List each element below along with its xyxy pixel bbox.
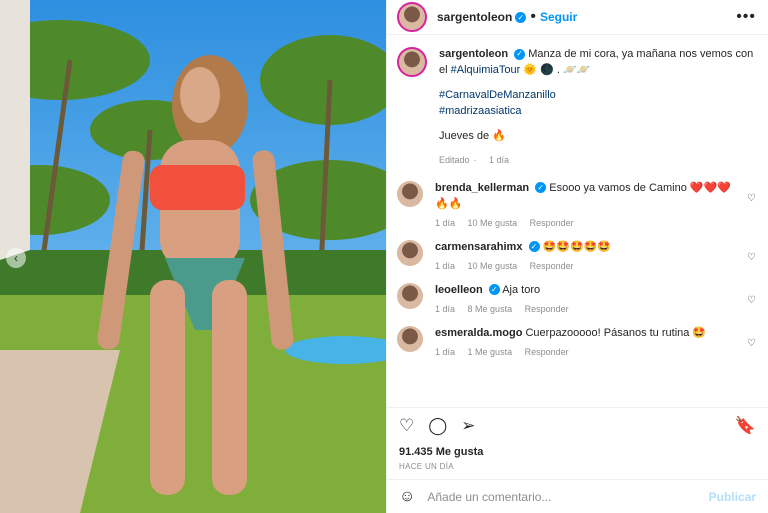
- verified-badge-icon: ✓: [514, 48, 526, 60]
- share-send-icon[interactable]: ➢: [461, 416, 475, 436]
- more-options-icon[interactable]: •••: [736, 8, 756, 26]
- like-comment-heart-icon[interactable]: ♡: [747, 252, 756, 263]
- post-actions: ♡ ◯ ➢ 🔖 91.435 Me gusta HACE UN DÍA: [387, 407, 768, 479]
- comment-likes[interactable]: 8 Me gusta: [468, 304, 513, 314]
- comment-username[interactable]: brenda_kellerman: [435, 182, 529, 194]
- comment-time[interactable]: 1 día: [435, 218, 455, 228]
- verified-badge-icon: ✓: [535, 182, 547, 194]
- save-bookmark-icon[interactable]: 🔖: [735, 416, 756, 436]
- comment-username[interactable]: carmensarahimx: [435, 241, 522, 253]
- post-photo[interactable]: ‹: [0, 0, 386, 513]
- caption-meta: Editado · 1 día: [439, 154, 510, 165]
- emoji-smile-icon[interactable]: ☺: [399, 488, 415, 506]
- reply-button[interactable]: Responder: [525, 304, 569, 314]
- commenter-avatar[interactable]: [397, 180, 423, 207]
- verified-badge-icon: ✓: [488, 284, 500, 296]
- like-comment-heart-icon[interactable]: ♡: [747, 295, 756, 306]
- comment-item: esmeralda.mogo Cuerpazooooo! Pásanos tu …: [397, 325, 756, 359]
- carousel-prev-button[interactable]: ‹: [6, 248, 26, 268]
- comment-input[interactable]: Añade un comentario...: [427, 490, 551, 504]
- author-username[interactable]: sargentoleon: [437, 10, 512, 24]
- publish-button[interactable]: Publicar: [709, 490, 756, 504]
- comments-list[interactable]: sargentoleon ✓ Manza de mi cora, ya maña…: [387, 35, 768, 407]
- commenter-avatar[interactable]: [397, 325, 423, 352]
- comment-item: leoelleon ✓ Aja toro 1 día 8 Me gusta Re…: [397, 282, 756, 316]
- caption-author-avatar[interactable]: [397, 47, 427, 77]
- hashtag-alquimiatour[interactable]: #AlquimiaTour: [451, 64, 521, 76]
- comment-text: 🤩🤩🤩🤩🤩: [542, 240, 612, 253]
- comment-time[interactable]: 1 día: [435, 347, 455, 357]
- follow-button[interactable]: Seguir: [540, 10, 577, 24]
- comment-text: Cuerpazooooo! Pásanos tu rutina 🤩: [525, 326, 707, 339]
- post-details-panel: sargentoleon ✓ • Seguir ••• sargentoleon…: [386, 0, 768, 513]
- hashtag-carnaval[interactable]: #CarnavalDeManzanillo: [439, 89, 556, 101]
- hashtag-madriza[interactable]: #madrizaasiatica: [439, 105, 522, 117]
- reply-button[interactable]: Responder: [525, 347, 569, 357]
- comment-item: brenda_kellerman ✓ Esooo ya vamos de Cam…: [397, 180, 756, 230]
- separator-dot: •: [530, 8, 536, 25]
- caption-jueves: Jueves de 🔥: [439, 129, 506, 142]
- beach-photo-image: [0, 0, 386, 513]
- author-avatar[interactable]: [397, 2, 427, 32]
- like-comment-heart-icon[interactable]: ♡: [747, 338, 756, 349]
- like-heart-icon[interactable]: ♡: [399, 416, 414, 436]
- like-comment-heart-icon[interactable]: ♡: [747, 193, 756, 204]
- edited-label: Editado: [439, 154, 470, 165]
- post-caption: sargentoleon ✓ Manza de mi cora, ya maña…: [397, 47, 756, 167]
- reply-button[interactable]: Responder: [530, 218, 574, 228]
- comment-item: carmensarahimx ✓ 🤩🤩🤩🤩🤩 1 día 10 Me gusta…: [397, 239, 756, 273]
- post-header: sargentoleon ✓ • Seguir •••: [387, 0, 768, 35]
- commenter-avatar[interactable]: [397, 239, 423, 266]
- add-comment-bar: ☺ Añade un comentario... Publicar: [387, 479, 768, 513]
- comment-likes[interactable]: 10 Me gusta: [468, 218, 518, 228]
- verified-badge-icon: ✓: [528, 241, 540, 253]
- post-timestamp[interactable]: HACE UN DÍA: [399, 462, 756, 471]
- comment-likes[interactable]: 10 Me gusta: [468, 261, 518, 271]
- commenter-avatar[interactable]: [397, 282, 423, 309]
- comment-time[interactable]: 1 día: [435, 304, 455, 314]
- comment-time[interactable]: 1 día: [435, 261, 455, 271]
- edited-time[interactable]: 1 día: [489, 155, 509, 165]
- comment-username[interactable]: esmeralda.mogo: [435, 327, 522, 339]
- comment-bubble-icon[interactable]: ◯: [428, 416, 447, 436]
- likes-count[interactable]: 91.435 Me gusta: [399, 446, 756, 458]
- verified-badge-icon: ✓: [515, 11, 527, 23]
- comment-likes[interactable]: 1 Me gusta: [468, 347, 513, 357]
- comment-username[interactable]: leoelleon: [435, 284, 483, 296]
- comment-text: Aja toro: [502, 283, 541, 296]
- caption-username[interactable]: sargentoleon: [439, 48, 508, 60]
- reply-button[interactable]: Responder: [530, 261, 574, 271]
- caption-emojis: 🌞 🌑 . 🪐🪐: [523, 63, 591, 76]
